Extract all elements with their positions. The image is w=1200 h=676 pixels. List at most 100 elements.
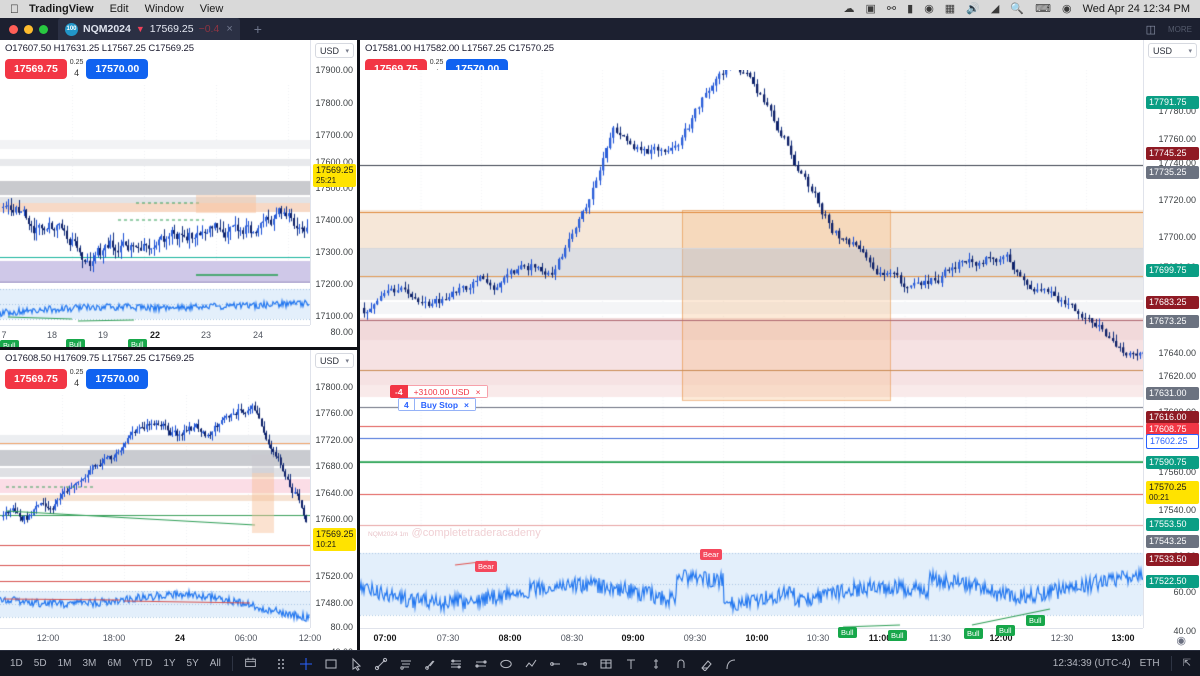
eraser-icon[interactable]: [694, 653, 719, 675]
range-5y[interactable]: 5Y: [187, 658, 199, 669]
price-level-label[interactable]: 17522.50: [1146, 575, 1199, 589]
time-scale-top-left[interactable]: 7 18 19 22 23 24: [0, 325, 310, 347]
fib-channel-icon[interactable]: [469, 653, 494, 675]
range-1d[interactable]: 1D: [10, 658, 23, 669]
position-order-line[interactable]: -4 +3100.00 USD ×: [390, 385, 488, 398]
buy-stop-body[interactable]: Buy Stop ×: [414, 398, 477, 411]
current-price-label[interactable]: 17570.25 00:21: [1146, 481, 1199, 505]
chart-main[interactable]: O17581.00 H17582.00 L17567.25 C17570.25 …: [360, 40, 1200, 650]
price-level-label[interactable]: 17745.25: [1146, 147, 1199, 161]
timezone-settings-icon[interactable]: ◉: [1176, 634, 1186, 647]
dom-widget[interactable]: 17569.75 0.25 4 17570.00: [5, 58, 149, 80]
siri-icon[interactable]: ◉: [1062, 3, 1072, 15]
horizontal-lines-icon[interactable]: [394, 653, 419, 675]
magnet-icon[interactable]: [669, 653, 694, 675]
current-price-label[interactable]: 17569.25 10:21: [313, 528, 356, 552]
display-icon[interactable]: ▦: [945, 3, 955, 15]
buy-stop-tag[interactable]: 4 Buy Stop ×: [398, 398, 477, 411]
price-level-label[interactable]: 17735.25: [1146, 166, 1199, 180]
pitchfork-icon[interactable]: [419, 653, 444, 675]
menu-window[interactable]: Window: [145, 3, 184, 15]
cursor-icon[interactable]: [344, 653, 369, 675]
range-1y[interactable]: 1Y: [163, 658, 175, 669]
measure-icon[interactable]: [644, 653, 669, 675]
dom-widget[interactable]: 17569.75 0.25 4 17570.00: [5, 368, 149, 390]
bid-button[interactable]: 17569.75: [5, 368, 67, 390]
new-tab-icon[interactable]: +: [254, 21, 262, 37]
drag-handle-icon[interactable]: [269, 653, 294, 675]
menu-edit[interactable]: Edit: [110, 3, 129, 15]
menu-view[interactable]: View: [200, 3, 224, 15]
ellipse-icon[interactable]: [494, 653, 519, 675]
currency-selector[interactable]: USD ▾: [1148, 43, 1197, 58]
currency-selector[interactable]: USD ▾: [315, 43, 354, 58]
keyboard-icon[interactable]: ⌨: [1035, 3, 1051, 15]
layout-icon[interactable]: ◫: [1146, 23, 1156, 36]
rectangle-icon[interactable]: [319, 653, 344, 675]
position-body[interactable]: +3100.00 USD ×: [407, 385, 488, 398]
range-3m[interactable]: 3M: [83, 658, 97, 669]
curve-icon[interactable]: [719, 653, 744, 675]
ask-button[interactable]: 17570.00: [86, 368, 149, 390]
trend-line-icon[interactable]: [369, 653, 394, 675]
window-minimize-button[interactable]: [24, 24, 33, 34]
fullscreen-icon[interactable]: ⇱: [1183, 658, 1191, 669]
close-icon[interactable]: ×: [464, 400, 469, 410]
position-tag[interactable]: -4 +3100.00 USD ×: [390, 385, 488, 398]
ask-button[interactable]: 17570.00: [86, 58, 149, 80]
currency-selector[interactable]: USD ▾: [315, 353, 354, 368]
crosshair-icon[interactable]: [294, 653, 319, 675]
battery-icon[interactable]: ▮: [907, 3, 913, 15]
menu-tradingview[interactable]: TradingView: [29, 3, 94, 15]
price-level-label[interactable]: 17553.50: [1146, 518, 1199, 532]
price-scale-top-left[interactable]: USD ▾ 17900.00 17800.00 17700.00 17600.00 17…: [310, 40, 357, 337]
time-scale-bottom-left[interactable]: 12:00 18:00 24 06:00 12:00: [0, 628, 321, 650]
price-level-label[interactable]: 17631.00: [1146, 387, 1199, 401]
chart-top-left[interactable]: O17607.50 H17631.25 L17567.25 C17569.25 …: [0, 40, 357, 347]
price-scale-main[interactable]: USD ▾ 17780.00 17760.00 17740.00 17720.00 17…: [1143, 40, 1200, 636]
macos-clock[interactable]: Wed Apr 24 12:34 PM: [1083, 3, 1190, 15]
apple-icon[interactable]: : [10, 3, 19, 15]
chevron-down-icon[interactable]: ▾: [345, 357, 349, 365]
bluetooth-icon[interactable]: ⚯: [887, 3, 896, 15]
price-scale-bottom-left[interactable]: USD ▾ 17800.00 17760.00 17720.00 17680.00 17…: [310, 350, 357, 650]
screen-mirroring-icon[interactable]: ▣: [866, 3, 876, 15]
price-level-label[interactable]: 17791.75: [1146, 96, 1199, 110]
range-6m[interactable]: 6M: [107, 658, 121, 669]
price-level-label[interactable]: 17699.75: [1146, 264, 1199, 278]
search-icon[interactable]: 🔍: [1010, 3, 1024, 15]
buy-stop-order-line[interactable]: 4 Buy Stop ×: [398, 398, 477, 411]
close-icon[interactable]: ×: [476, 387, 481, 397]
price-level-label[interactable]: 17673.25: [1146, 315, 1199, 329]
session-badge[interactable]: ETH: [1140, 658, 1160, 669]
window-close-button[interactable]: [9, 24, 18, 34]
price-level-label[interactable]: 17602.25: [1146, 434, 1199, 450]
fib-retracement-icon[interactable]: [444, 653, 469, 675]
wifi-icon[interactable]: ◢: [991, 3, 999, 15]
price-level-label[interactable]: 17543.25: [1146, 535, 1199, 549]
zigzag-icon[interactable]: [519, 653, 544, 675]
now-playing-icon[interactable]: ◉: [924, 3, 934, 15]
replay-icon[interactable]: [244, 656, 257, 672]
long-position-icon[interactable]: [544, 653, 569, 675]
tab-nqm2024[interactable]: 100 NQM2024 ▼ 17569.25 −0.4 ×: [58, 18, 240, 40]
range-all[interactable]: All: [210, 658, 221, 669]
range-5d[interactable]: 5D: [34, 658, 47, 669]
table-icon[interactable]: [594, 653, 619, 675]
window-zoom-button[interactable]: [39, 24, 48, 34]
tab-close-icon[interactable]: ×: [226, 23, 232, 35]
time-scale-main[interactable]: 07:00 07:30 08:00 08:30 09:00 09:30 10:00 10:30…: [360, 628, 1143, 650]
control-center-icon[interactable]: ☁: [844, 3, 855, 15]
price-level-label[interactable]: 17683.25: [1146, 296, 1199, 310]
price-level-label[interactable]: 17533.50: [1146, 553, 1199, 567]
current-price-label[interactable]: 17569.25 25:21: [313, 164, 356, 188]
short-position-icon[interactable]: [569, 653, 594, 675]
bid-button[interactable]: 17569.75: [5, 58, 67, 80]
text-icon[interactable]: [619, 653, 644, 675]
range-ytd[interactable]: YTD: [132, 658, 152, 669]
volume-icon[interactable]: 🔊: [966, 3, 980, 15]
price-level-label[interactable]: 17590.75: [1146, 456, 1199, 470]
chart-clock[interactable]: 12:34:39 (UTC-4): [1053, 658, 1131, 669]
chevron-down-icon[interactable]: ▾: [1188, 47, 1192, 55]
range-1m[interactable]: 1M: [58, 658, 72, 669]
